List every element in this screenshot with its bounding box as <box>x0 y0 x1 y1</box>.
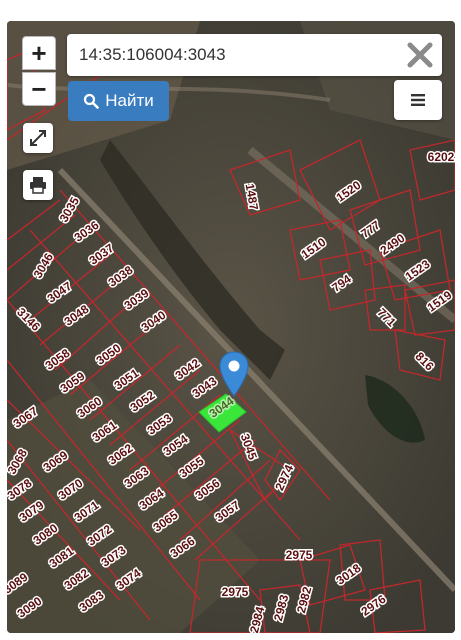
find-button-label: Найти <box>105 91 154 110</box>
plus-icon: + <box>31 37 47 68</box>
find-button[interactable]: Найти <box>68 81 169 121</box>
parcel-label-6202[interactable]: 6202 <box>426 149 455 166</box>
print-button[interactable] <box>23 170 53 200</box>
clear-search-button[interactable] <box>406 41 434 69</box>
page: 3035 3036 3037 3038 3039 3040 3046 3047 3048 3146… <box>0 0 461 640</box>
search-icon <box>84 93 100 109</box>
printer-icon <box>30 177 46 194</box>
zoom-out-button[interactable]: − <box>22 72 56 106</box>
cadastral-search-input[interactable] <box>79 34 399 76</box>
map-pin-icon[interactable] <box>219 351 249 397</box>
zoom-in-button[interactable]: + <box>22 36 56 70</box>
search-box <box>67 34 442 76</box>
expand-icon <box>30 130 46 146</box>
menu-button[interactable] <box>394 80 442 120</box>
parcel-label-2975[interactable]: 2975 <box>284 547 314 564</box>
fullscreen-button[interactable] <box>23 123 53 153</box>
close-icon <box>407 42 433 68</box>
hamburger-menu-icon <box>411 94 425 106</box>
parcel-label-2975[interactable]: 2975 <box>220 584 250 601</box>
minus-icon: − <box>31 73 47 104</box>
